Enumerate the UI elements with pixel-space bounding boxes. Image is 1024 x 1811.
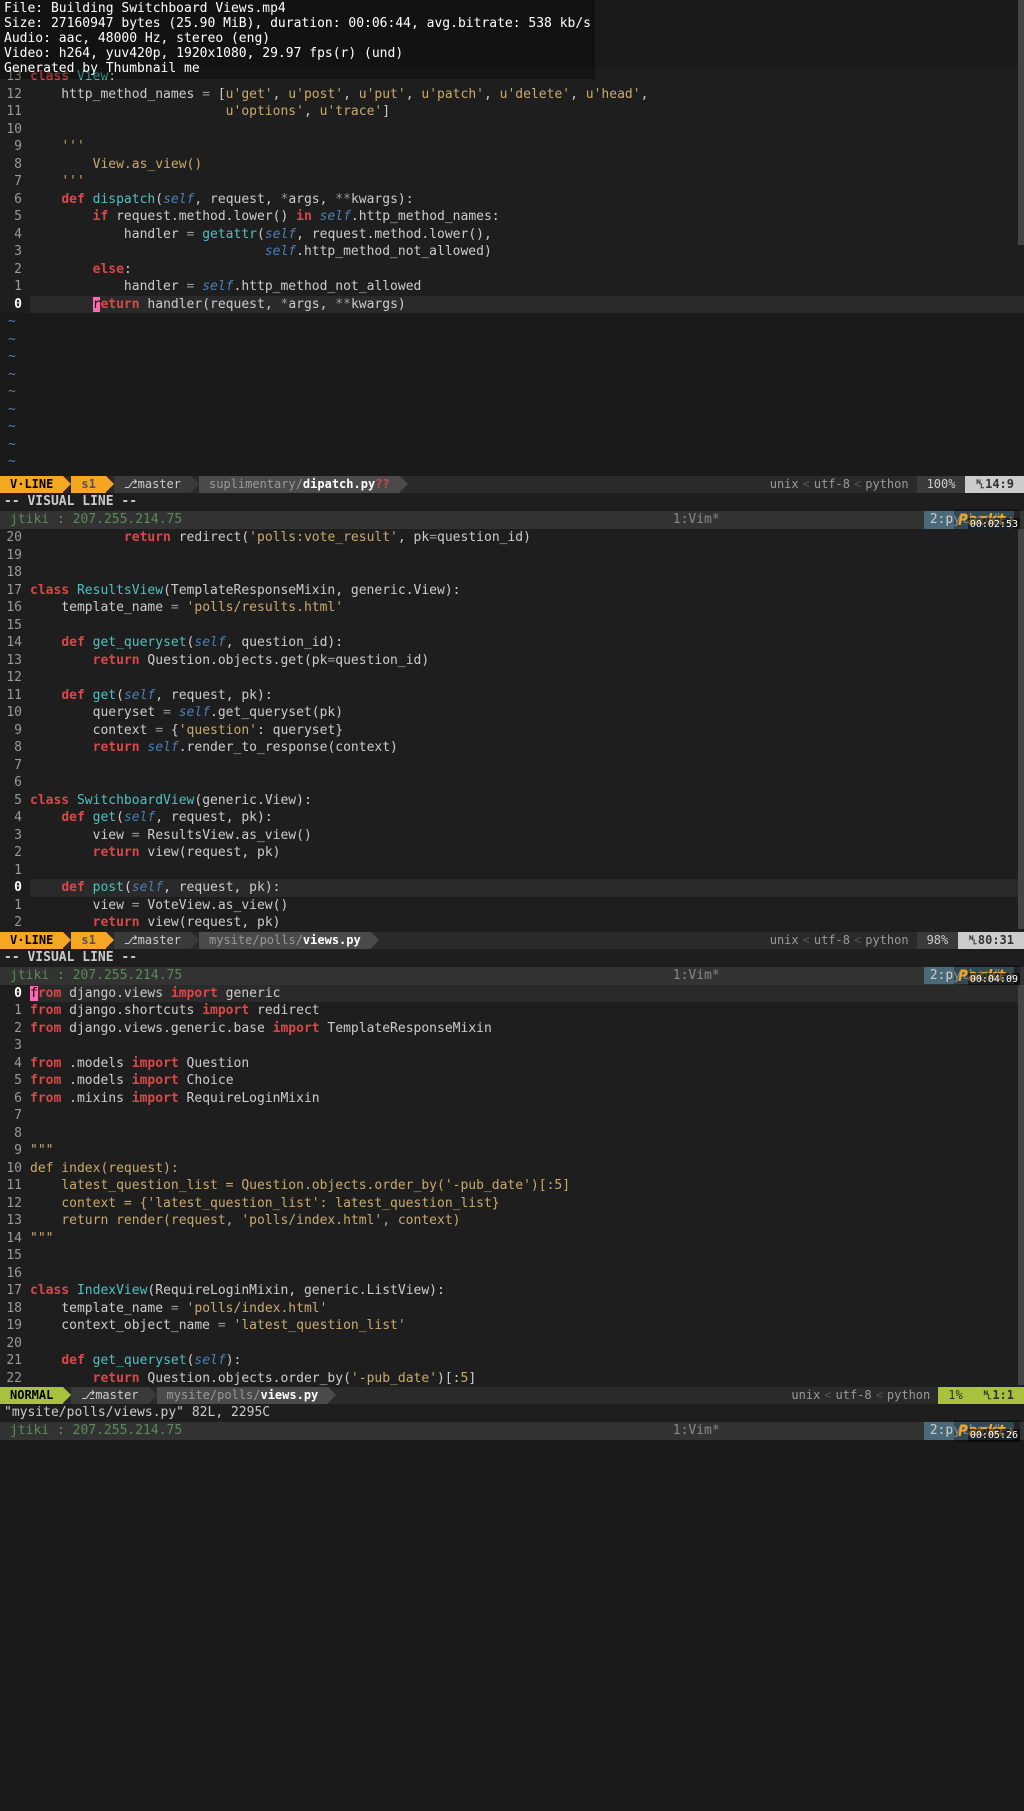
- git-branch: ⎇ master: [71, 1387, 148, 1404]
- scrollbar-indicator: [1018, 0, 1024, 245]
- video-timestamp: 00:05:26: [968, 1429, 1020, 1443]
- line-number-gutter: 012345678910111213141516171819202122: [0, 985, 30, 1388]
- line-number-icon: ␤: [983, 1387, 993, 1403]
- scrollbar-indicator: [1018, 985, 1024, 1385]
- branch-icon: ⎇: [124, 476, 138, 492]
- cursor-position: ␤ 80:31: [958, 932, 1024, 949]
- empty-lines: ~~~~~~~~~: [0, 313, 1024, 476]
- encoding: unix < utf-8 < python: [762, 476, 917, 493]
- meta-audio: Audio: aac, 48000 Hz, stereo (eng): [4, 32, 591, 47]
- tmux-host: jtiki : 207.255.214.75: [10, 967, 182, 985]
- meta-size: Size: 27160947 bytes (25.90 MiB), durati…: [4, 17, 591, 32]
- git-branch: ⎇ master: [114, 476, 191, 493]
- tmux-status-line: jtiki : 207.255.214.75 1:Vim* 2:python#-…: [0, 967, 1024, 985]
- meta-file: File: Building Switchboard Views.mp4: [4, 2, 591, 17]
- line-number-icon: ␤: [968, 932, 978, 948]
- mode-indicator: NORMAL: [0, 1387, 63, 1404]
- file-path: mysite/polls/views.py: [157, 1387, 329, 1404]
- line-number-icon: ␤: [975, 476, 985, 492]
- git-branch: ⎇ master: [114, 932, 191, 949]
- code-content[interactable]: class View: http_method_names = [u'get',…: [30, 68, 1024, 313]
- cursor-position: ␤ 1:1: [973, 1387, 1024, 1404]
- branch-icon: ⎇: [124, 932, 138, 948]
- status-line: NORMAL ⎇ master mysite/polls/views.py un…: [0, 1387, 1024, 1404]
- status-s1: s1: [71, 476, 105, 493]
- encoding: unix < utf-8 < python: [783, 1387, 938, 1404]
- editor-pane-1[interactable]: 131211109876543210 class View: http_meth…: [0, 0, 1024, 529]
- tmux-host: jtiki : 207.255.214.75: [10, 511, 182, 529]
- command-line: -- VISUAL LINE --: [0, 493, 1024, 511]
- command-line: "mysite/polls/views.py" 82L, 2295C: [0, 1404, 1024, 1422]
- scrollbar-indicator: [1018, 529, 1024, 929]
- code-content[interactable]: return redirect('polls:vote_result', pk=…: [30, 529, 1024, 932]
- video-metadata-overlay: File: Building Switchboard Views.mp4 Siz…: [0, 0, 595, 79]
- scroll-percent: 98%: [917, 932, 959, 949]
- scroll-percent: 1%: [938, 1387, 972, 1404]
- editor-pane-2[interactable]: 2019181716151413121110987654321012 retur…: [0, 529, 1024, 985]
- tmux-status-line: jtiki : 207.255.214.75 1:Vim* 2:python#-…: [0, 511, 1024, 529]
- cursor-position: ␤ 14:9: [965, 476, 1024, 493]
- branch-icon: ⎇: [81, 1387, 95, 1403]
- editor-pane-3[interactable]: 012345678910111213141516171819202122 fro…: [0, 985, 1024, 1441]
- status-s1: s1: [71, 932, 105, 949]
- file-path: suplimentary/dipatch.py ??: [199, 476, 400, 493]
- status-line: V·LINE s1 ⎇ master mysite/polls/views.py…: [0, 932, 1024, 949]
- command-line: -- VISUAL LINE --: [0, 949, 1024, 967]
- line-number-gutter: 2019181716151413121110987654321012: [0, 529, 30, 932]
- mode-indicator: V·LINE: [0, 476, 63, 493]
- encoding: unix < utf-8 < python: [762, 932, 917, 949]
- status-line: V·LINE s1 ⎇ master suplimentary/dipatch.…: [0, 476, 1024, 493]
- tmux-host: jtiki : 207.255.214.75: [10, 1422, 182, 1440]
- file-path: mysite/polls/views.py: [199, 932, 371, 949]
- mode-indicator: V·LINE: [0, 932, 63, 949]
- meta-video: Video: h264, yuv420p, 1920x1080, 29.97 f…: [4, 47, 591, 62]
- meta-generator: Generated by Thumbnail me: [4, 62, 591, 77]
- tmux-tab-vim: 1:Vim*: [673, 511, 720, 529]
- code-content[interactable]: from django.views import genericfrom dja…: [30, 985, 1024, 1388]
- line-number-gutter: 131211109876543210: [0, 68, 30, 313]
- tmux-tab-vim: 1:Vim*: [673, 1422, 720, 1440]
- tmux-tab-vim: 1:Vim*: [673, 967, 720, 985]
- tmux-status-line: jtiki : 207.255.214.75 1:Vim* 2:python#-…: [0, 1422, 1024, 1440]
- scroll-percent: 100%: [917, 476, 966, 493]
